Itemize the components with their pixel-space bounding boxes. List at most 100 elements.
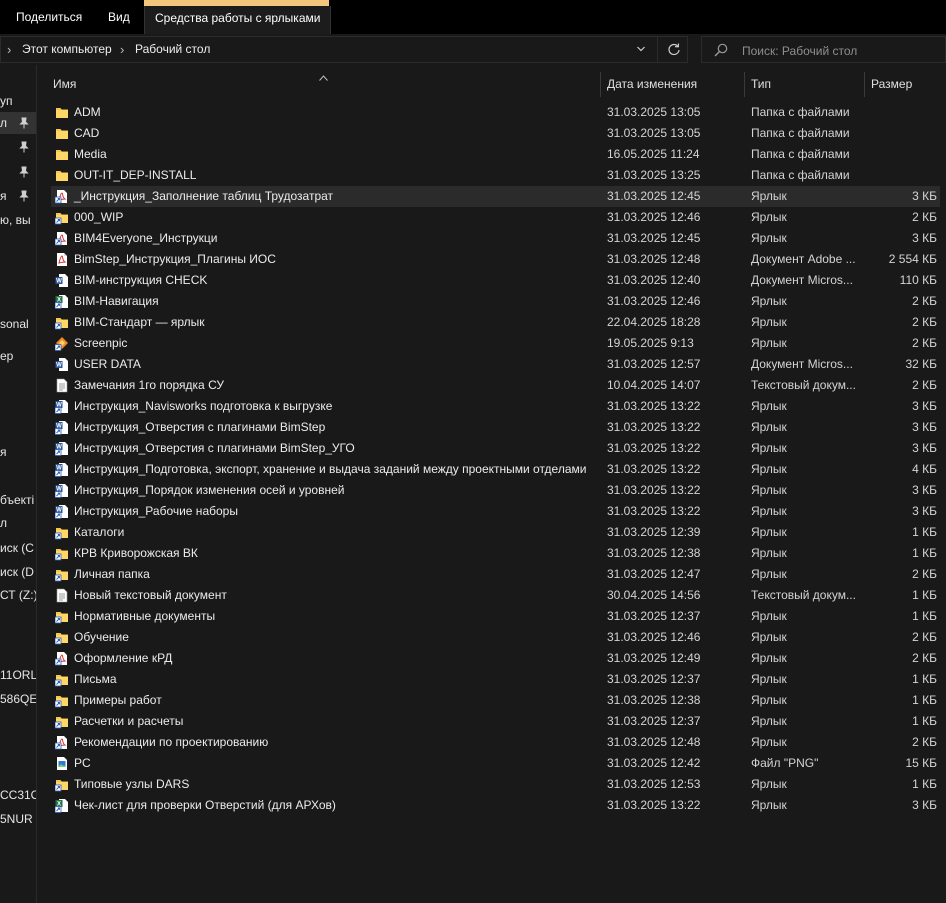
file-row[interactable]: Нормативные документы 31.03.2025 12:37 Ярл… <box>51 606 940 627</box>
file-row[interactable]: 000_WIP 31.03.2025 12:46 Ярлык 2 КБ <box>51 207 940 228</box>
column-header-type[interactable]: Тип <box>751 72 771 97</box>
file-name: Письма <box>74 672 117 686</box>
file-type: Документ Adobe ... <box>751 252 856 266</box>
nav-item[interactable]: СТ (Z:) <box>0 584 36 606</box>
file-row[interactable]: OUT-IT_DEP-INSTALL 31.03.2025 13:25 Папка … <box>51 165 940 186</box>
chevron-down-icon[interactable] <box>637 45 645 53</box>
file-row[interactable]: Примеры работ 31.03.2025 12:38 Ярлык 1 КБ <box>51 690 940 711</box>
column-header-size[interactable]: Размер <box>871 72 912 97</box>
file-size: 2 КБ <box>912 630 937 644</box>
file-row[interactable]: W Инструкция_Рабочие наборы 31.03.2025 13:… <box>51 501 940 522</box>
column-header-date[interactable]: Дата изменения <box>607 72 697 97</box>
nav-item[interactable] <box>0 161 36 183</box>
pin-icon[interactable] <box>19 190 29 202</box>
nav-item[interactable]: sonal <box>0 313 36 335</box>
file-date: 31.03.2025 12:46 <box>607 210 701 224</box>
file-row[interactable]: Личная папка 31.03.2025 12:47 Ярлык 2 КБ <box>51 564 940 585</box>
file-type: Ярлык <box>751 525 787 539</box>
file-type: Ярлык <box>751 651 787 665</box>
file-row[interactable]: Media 16.05.2025 11:24 Папка с файлами <box>51 144 940 165</box>
breadcrumb-separator[interactable]: › <box>7 37 11 62</box>
file-row[interactable]: X BIM-Навигация 31.03.2025 12:46 Ярлык 2 КБ <box>51 291 940 312</box>
file-date: 31.03.2025 12:42 <box>607 756 701 770</box>
file-row[interactable]: Замечания 1го порядка СУ 10.04.2025 14:07… <box>51 375 940 396</box>
pin-icon[interactable] <box>19 166 29 178</box>
file-row[interactable]: BIM4Everyone_Инструкци 31.03.2025 12:45 Яр… <box>51 228 940 249</box>
column-header-name[interactable]: Имя <box>53 72 76 97</box>
nav-item[interactable]: иск (D <box>0 561 36 583</box>
pin-icon[interactable] <box>19 117 29 129</box>
file-date: 31.03.2025 13:22 <box>607 462 701 476</box>
file-row[interactable]: W Инструкция_Подготовка, экспорт, хранени… <box>51 459 940 480</box>
file-row[interactable]: Обучение 31.03.2025 12:46 Ярлык 2 КБ <box>51 627 940 648</box>
file-row[interactable]: BimStep_Инструкция_Плагины ИОС 31.03.2025… <box>51 249 940 270</box>
file-row[interactable]: Рекомендации по проектированию 31.03.2025… <box>51 732 940 753</box>
file-row[interactable]: W BIM-инструкция CHECK 31.03.2025 12:40 Док… <box>51 270 940 291</box>
nav-item[interactable]: бъекті <box>0 489 36 511</box>
refresh-icon[interactable] <box>667 42 681 56</box>
file-row[interactable]: W USER DATA 31.03.2025 12:57 Документ Micro… <box>51 354 940 375</box>
file-row[interactable]: Новый текстовый документ 30.04.2025 14:56… <box>51 585 940 606</box>
pin-icon[interactable] <box>19 141 29 153</box>
file-name: Каталоги <box>74 525 125 539</box>
word-icon: W <box>55 273 69 288</box>
file-row[interactable]: Screenpic 19.05.2025 9:13 Ярлык 2 КБ <box>51 333 940 354</box>
nav-item[interactable]: л <box>0 512 36 534</box>
search-input[interactable] <box>740 38 944 63</box>
column-divider[interactable] <box>864 72 865 97</box>
file-list[interactable]: Имя Дата изменения Тип Размер ADM 31.03.2… <box>37 65 946 903</box>
file-row[interactable]: КРВ Криворожская ВК 31.03.2025 12:38 Ярлык… <box>51 543 940 564</box>
folder-shortcut-icon <box>54 672 69 687</box>
file-row[interactable]: PC 31.03.2025 12:42 Файл "PNG" 15 КБ <box>51 753 940 774</box>
address-bar[interactable]: › Этот компьютер › Рабочий стол <box>0 36 688 63</box>
file-row[interactable]: W Инструкция_Отверстия с плагинами BimSte… <box>51 438 940 459</box>
nav-item-label: я <box>0 445 7 459</box>
nav-item[interactable]: ер <box>0 345 36 367</box>
breadcrumb-separator[interactable]: › <box>120 37 124 62</box>
nav-item[interactable]: CC31O <box>0 784 36 806</box>
nav-item[interactable]: 11ORL <box>0 664 36 686</box>
file-date: 31.03.2025 12:53 <box>607 777 701 791</box>
breadcrumb-this-pc[interactable]: Этот компьютер <box>22 37 112 62</box>
nav-item[interactable]: уп <box>0 90 36 112</box>
file-type: Ярлык <box>751 483 787 497</box>
file-row[interactable]: Каталоги 31.03.2025 12:39 Ярлык 1 КБ <box>51 522 940 543</box>
file-row[interactable]: BIM-Стандарт — ярлык 22.04.2025 18:28 Ярлы… <box>51 312 940 333</box>
nav-item[interactable]: иск (C <box>0 537 36 559</box>
file-row[interactable]: _Инструкция_Заполнение таблиц Трудозатра… <box>51 186 940 207</box>
file-size: 3 КБ <box>912 441 937 455</box>
nav-item[interactable] <box>0 136 36 158</box>
nav-item[interactable]: 586QE <box>0 688 36 710</box>
nav-item[interactable]: я <box>0 441 36 463</box>
file-name: CAD <box>74 126 100 140</box>
nav-item[interactable]: я <box>0 185 36 207</box>
file-type: Ярлык <box>751 336 787 350</box>
file-size: 3 КБ <box>912 399 937 413</box>
file-row[interactable]: Расчетки и расчеты 31.03.2025 12:37 Ярлык 1… <box>51 711 940 732</box>
file-row[interactable]: Письма 31.03.2025 12:37 Ярлык 1 КБ <box>51 669 940 690</box>
navigation-pane[interactable]: уп л я ю, вы sonal ер я бъекті л иск (C … <box>0 65 36 903</box>
nav-item-selected[interactable]: л <box>0 112 36 134</box>
file-row[interactable]: ADM 31.03.2025 13:05 Папка с файлами <box>51 102 940 123</box>
column-divider[interactable] <box>600 72 601 97</box>
tab-view[interactable]: Вид <box>108 0 130 34</box>
nav-item[interactable]: ю, вы <box>0 209 36 231</box>
tab-shortcut-tools[interactable]: Средства работы с ярлыками <box>144 6 332 34</box>
nav-item[interactable]: 5NUR <box>0 808 36 830</box>
file-row[interactable]: Типовые узлы DARS 31.03.2025 12:53 Ярлык 1 … <box>51 774 940 795</box>
breadcrumb-desktop[interactable]: Рабочий стол <box>135 37 210 62</box>
file-date: 31.03.2025 12:37 <box>607 714 701 728</box>
file-row[interactable]: X Чек-лист для проверки Отверстий (для АР… <box>51 795 940 816</box>
file-row[interactable]: W Инструкция_Порядок изменения осей и уро… <box>51 480 940 501</box>
search-box[interactable] <box>701 36 946 63</box>
file-type: Ярлык <box>751 630 787 644</box>
file-size: 2 КБ <box>912 651 937 665</box>
file-row[interactable]: CAD 31.03.2025 13:05 Папка с файлами <box>51 123 940 144</box>
file-row[interactable]: W Инструкция_Отверстия с плагинами BimSte… <box>51 417 940 438</box>
column-divider[interactable] <box>744 72 745 97</box>
file-row[interactable]: Оформление кРД 31.03.2025 12:49 Ярлык 2 КБ <box>51 648 940 669</box>
file-row[interactable]: W Инструкция_Navisworks подготовка к выгр… <box>51 396 940 417</box>
file-type: Ярлык <box>751 420 787 434</box>
nav-item-label: ер <box>0 349 14 363</box>
tab-share[interactable]: Поделиться <box>16 0 82 34</box>
